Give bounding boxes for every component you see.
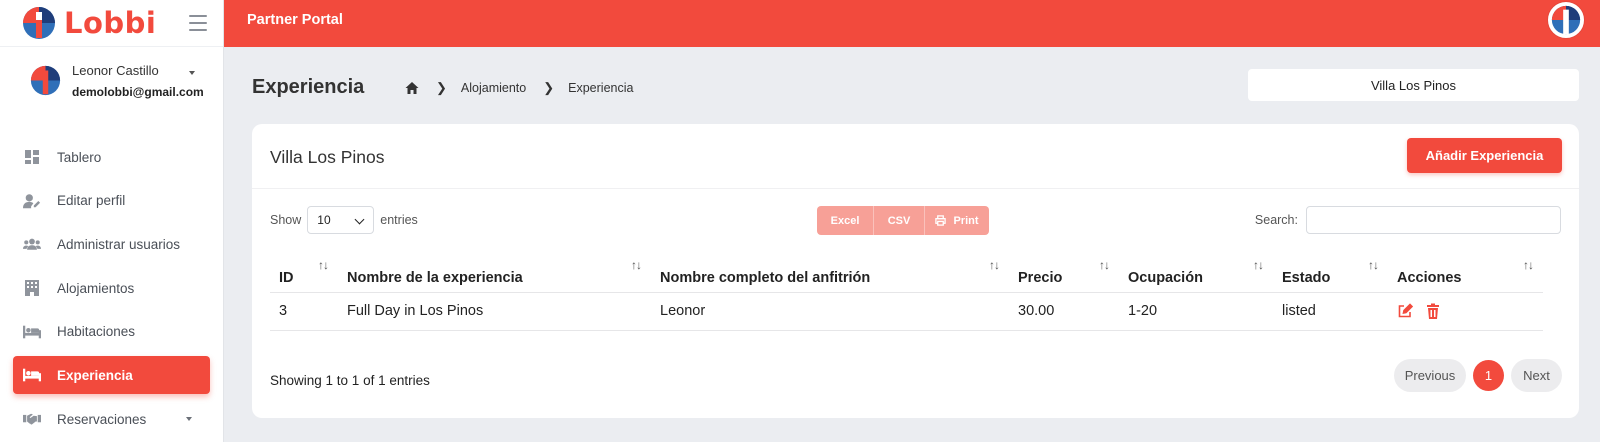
column-header-id[interactable]: ID ↑↓ [270, 256, 338, 293]
sort-icon: ↑↓ [1368, 258, 1379, 272]
caret-down-icon [186, 417, 192, 422]
sort-icon: ↑↓ [1253, 258, 1264, 272]
breadcrumb-item[interactable]: Alojamiento [461, 81, 526, 95]
sidebar-item-alojamientos[interactable]: Alojamientos [13, 269, 210, 307]
excel-button[interactable]: Excel [817, 206, 874, 235]
print-label: Print [953, 214, 979, 227]
page-size-control: Show 10 entries [270, 206, 418, 234]
chevron-down-icon [354, 214, 365, 225]
table-header-row: ID ↑↓ Nombre de la experiencia ↑↓ Nombre c… [270, 256, 1543, 293]
chevron-right-icon: ❯ [436, 80, 447, 95]
portal-title: Partner Portal [247, 12, 343, 28]
column-header-host[interactable]: Nombre completo del anfitrión ↑↓ [651, 256, 1009, 293]
cell-name: Full Day in Los Pinos [338, 292, 651, 331]
cell-id: 3 [270, 292, 338, 331]
column-header-occupancy[interactable]: Ocupación ↑↓ [1119, 256, 1273, 293]
search-input[interactable] [1306, 206, 1561, 234]
column-header-actions[interactable]: Acciones ↑↓ [1388, 256, 1543, 293]
menu-toggle-icon[interactable] [189, 13, 207, 33]
sort-icon: ↑↓ [631, 258, 642, 272]
page-size-value: 10 [317, 213, 331, 227]
print-button[interactable]: Print [925, 206, 989, 235]
table-row: 3 Full Day in Los Pinos Leonor 30.00 1-2… [270, 292, 1543, 331]
printer-icon [935, 215, 947, 226]
bed-icon [23, 323, 41, 341]
home-icon[interactable] [405, 81, 419, 95]
sidebar-item-label: Editar perfil [57, 193, 126, 209]
previous-page-button[interactable]: Previous [1394, 359, 1466, 392]
table-controls: Show 10 entries Excel CSV Print Search: [270, 206, 1561, 236]
logo-row: Lobbi [0, 0, 223, 47]
breadcrumb-current: Experiencia [568, 81, 634, 95]
pagination: Previous 1 Next [1394, 359, 1562, 392]
cell-occupancy: 1-20 [1119, 292, 1273, 331]
experience-card: Villa Los Pinos Añadir Experiencia Show … [252, 124, 1579, 418]
entries-label: entries [380, 213, 418, 227]
sidebar-nav: Tablero Editar perfil Administrar usuari… [0, 138, 223, 442]
experience-table: ID ↑↓ Nombre de la experiencia ↑↓ Nombre c… [270, 256, 1543, 331]
users-icon [23, 235, 41, 253]
column-header-status[interactable]: Estado ↑↓ [1273, 256, 1388, 293]
sidebar-item-label: Experiencia [57, 367, 133, 383]
cell-price: 30.00 [1009, 292, 1119, 331]
brand-name: Lobbi [64, 6, 157, 40]
sidebar-item-tablero[interactable]: Tablero [13, 138, 210, 176]
sidebar-item-editar-perfil[interactable]: Editar perfil [13, 182, 210, 220]
search-control: Search: [1255, 206, 1561, 234]
column-header-price[interactable]: Precio ↑↓ [1009, 256, 1119, 293]
card-title: Villa Los Pinos [270, 147, 385, 167]
sidebar-item-habitaciones[interactable]: Habitaciones [13, 313, 210, 351]
search-label: Search: [1254, 213, 1298, 227]
user-avatar [30, 65, 61, 96]
trash-icon[interactable] [1425, 303, 1441, 320]
next-page-button[interactable]: Next [1511, 359, 1562, 392]
cell-host: Leonor [651, 292, 1009, 331]
sidebar-item-label: Reservaciones [57, 411, 147, 427]
account-avatar[interactable] [1548, 2, 1584, 38]
bed-icon [23, 366, 41, 384]
sidebar-item-experiencia[interactable]: Experiencia [13, 356, 210, 395]
show-label: Show [270, 213, 302, 227]
caret-down-icon[interactable] [189, 71, 195, 75]
page-size-select[interactable]: 10 [307, 206, 375, 234]
edit-icon[interactable] [1397, 303, 1413, 319]
sidebar-item-administrar-usuarios[interactable]: Administrar usuarios [13, 225, 210, 263]
sidebar-item-label: Tablero [57, 149, 102, 165]
user-profile[interactable]: Leonor Castillo demolobbi@gmail.com [0, 47, 223, 119]
lobbi-logo-mark [23, 7, 55, 39]
breadcrumb: ❯ Alojamiento ❯ Experiencia [405, 80, 633, 96]
sort-icon: ↑↓ [318, 258, 329, 272]
building-icon [23, 279, 41, 297]
sort-icon: ↑↓ [1099, 258, 1110, 272]
property-selector[interactable]: Villa Los Pinos [1248, 69, 1579, 101]
export-buttons: Excel CSV Print [817, 206, 989, 235]
table-info: Showing 1 to 1 of 1 entries [270, 373, 430, 388]
page-number-button[interactable]: 1 [1473, 360, 1504, 391]
user-email: demolobbi@gmail.com [72, 85, 204, 99]
cell-status: listed [1273, 292, 1388, 331]
sidebar-item-label: Alojamientos [57, 280, 135, 296]
handshake-icon [23, 410, 41, 428]
chevron-right-icon: ❯ [543, 80, 555, 95]
sidebar-item-reservaciones[interactable]: Reservaciones [13, 400, 210, 438]
sort-icon: ↑↓ [1523, 258, 1534, 272]
sidebar-item-label: Habitaciones [57, 324, 136, 340]
user-name: Leonor Castillo [72, 63, 159, 78]
sidebar-item-label: Administrar usuarios [57, 236, 181, 252]
cell-actions [1388, 292, 1543, 331]
sort-icon: ↑↓ [989, 258, 1000, 272]
topbar: Partner Portal [224, 0, 1600, 47]
sidebar: Lobbi Leonor Castillo demolobbi@gmail.co… [0, 0, 224, 442]
dashboard-icon [23, 148, 41, 166]
column-header-name[interactable]: Nombre de la experiencia ↑↓ [338, 256, 651, 293]
csv-button[interactable]: CSV [874, 206, 925, 235]
card-header: Villa Los Pinos Añadir Experiencia [252, 124, 1579, 189]
page-title: Experiencia [252, 76, 365, 98]
add-experience-button[interactable]: Añadir Experiencia [1407, 138, 1562, 173]
user-edit-icon [23, 192, 41, 210]
